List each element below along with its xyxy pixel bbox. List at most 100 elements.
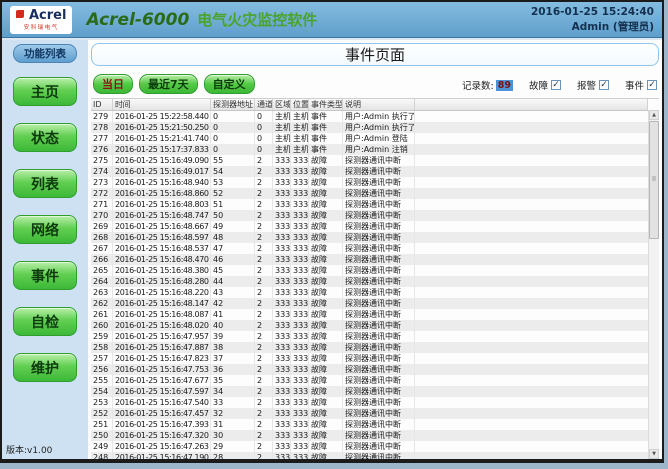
table-row[interactable]: 2652016-01-25 15:16:48.380452333333故障探测器… <box>91 265 648 276</box>
cell-filler <box>415 386 648 397</box>
cell-1: 2016-01-25 15:16:47.753 <box>113 364 211 375</box>
table-row[interactable]: 2672016-01-25 15:16:48.537472333333故障探测器… <box>91 243 648 254</box>
cell-filler <box>415 408 648 419</box>
table-row[interactable]: 2702016-01-25 15:16:48.747502333333故障探测器… <box>91 210 648 221</box>
sidebar-item-home[interactable]: 主页 <box>13 77 77 106</box>
cell-4: 333 <box>273 419 291 430</box>
cell-4: 333 <box>273 210 291 221</box>
sidebar-item-maintenance[interactable]: 维护 <box>13 353 77 382</box>
cell-1: 2016-01-25 15:16:48.087 <box>113 309 211 320</box>
cell-1: 2016-01-25 15:16:48.597 <box>113 232 211 243</box>
sidebar-item-selfcheck[interactable]: 自检 <box>13 307 77 336</box>
scroll-down-button[interactable]: ▼ <box>649 449 659 459</box>
body-row: 功能列表 主页状态列表网络事件自检维护 版本:v1.00 事件页面 当日最近7天… <box>2 38 662 459</box>
cell-2: 54 <box>211 166 255 177</box>
column-header-7[interactable]: 说明 <box>343 99 415 110</box>
table-row[interactable]: 2492016-01-25 15:16:47.263292333333故障探测器… <box>91 441 648 452</box>
table-row[interactable]: 2662016-01-25 15:16:48.470462333333故障探测器… <box>91 254 648 265</box>
table-row[interactable]: 2692016-01-25 15:16:48.667492333333故障探测器… <box>91 221 648 232</box>
column-header-3[interactable]: 通道 <box>255 99 273 110</box>
cell-3: 2 <box>255 419 273 430</box>
column-header-1[interactable]: 时间 <box>113 99 211 110</box>
cell-0: 256 <box>91 364 113 375</box>
table-row[interactable]: 2712016-01-25 15:16:48.803512333333故障探测器… <box>91 199 648 210</box>
cell-5: 主机 <box>291 144 309 155</box>
scroll-up-button[interactable]: ▲ <box>649 110 659 120</box>
cell-4: 333 <box>273 298 291 309</box>
cell-3: 2 <box>255 177 273 188</box>
cell-6: 故障 <box>309 177 343 188</box>
event-checkbox[interactable]: ✓ <box>647 80 657 90</box>
table-row[interactable]: 2482016-01-25 15:16:47.190282333333故障探测器… <box>91 452 648 459</box>
scrollbar-track[interactable] <box>649 120 659 449</box>
cell-7: 探测器通讯中断 <box>343 364 415 375</box>
column-header-5[interactable]: 位置 <box>291 99 309 110</box>
column-header-0[interactable]: ID <box>91 99 113 110</box>
table-row[interactable]: 2592016-01-25 15:16:47.957392333333故障探测器… <box>91 331 648 342</box>
sidebar-item-list[interactable]: 列表 <box>13 169 77 198</box>
cell-5: 333 <box>291 177 309 188</box>
cell-0: 274 <box>91 166 113 177</box>
table-row[interactable]: 2632016-01-25 15:16:48.220432333333故障探测器… <box>91 287 648 298</box>
cell-7: 探测器通讯中断 <box>343 441 415 452</box>
table-row[interactable]: 2682016-01-25 15:16:48.597482333333故障探测器… <box>91 232 648 243</box>
table-row[interactable]: 2622016-01-25 15:16:48.147422333333故障探测器… <box>91 298 648 309</box>
cell-0: 278 <box>91 122 113 133</box>
table-row[interactable]: 2772016-01-25 15:21:41.74000主机主机事件用户:Adm… <box>91 133 648 144</box>
cell-filler <box>415 353 648 364</box>
table-row[interactable]: 2542016-01-25 15:16:47.597342333333故障探测器… <box>91 386 648 397</box>
scrollbar-thumb[interactable] <box>649 121 659 239</box>
table-row[interactable]: 2562016-01-25 15:16:47.753362333333故障探测器… <box>91 364 648 375</box>
cell-filler <box>415 375 648 386</box>
table-row[interactable]: 2612016-01-25 15:16:48.087412333333故障探测器… <box>91 309 648 320</box>
table-row[interactable]: 2582016-01-25 15:16:47.887382333333故障探测器… <box>91 342 648 353</box>
filter-today[interactable]: 当日 <box>93 74 133 94</box>
vertical-scrollbar[interactable]: ▲ ▼ <box>648 110 659 459</box>
event-table-wrap: ID时间探测器地址通道区域位置事件类型说明 2792016-01-25 15:2… <box>91 98 659 459</box>
cell-7: 探测器通讯中断 <box>343 419 415 430</box>
cell-filler <box>415 210 648 221</box>
table-row[interactable]: 2732016-01-25 15:16:48.940532333333故障探测器… <box>91 177 648 188</box>
cell-4: 333 <box>273 221 291 232</box>
table-row[interactable]: 2762016-01-25 15:17:37.83300主机主机事件用户:Adm… <box>91 144 648 155</box>
column-header-4[interactable]: 区域 <box>273 99 291 110</box>
table-row[interactable]: 2722016-01-25 15:16:48.860522333333故障探测器… <box>91 188 648 199</box>
cell-4: 333 <box>273 177 291 188</box>
cell-1: 2016-01-25 15:16:48.020 <box>113 320 211 331</box>
cell-1: 2016-01-25 15:16:48.667 <box>113 221 211 232</box>
cell-7: 探测器通讯中断 <box>343 320 415 331</box>
cell-6: 事件 <box>309 133 343 144</box>
alarm-label: 报警 <box>577 78 596 92</box>
table-row[interactable]: 2752016-01-25 15:16:49.090552333333故障探测器… <box>91 155 648 166</box>
alarm-checkbox[interactable]: ✓ <box>599 80 609 90</box>
table-row[interactable]: 2792016-01-25 15:22:58.44000主机主机事件用户:Adm… <box>91 111 648 122</box>
cell-6: 故障 <box>309 452 343 459</box>
table-row[interactable]: 2602016-01-25 15:16:48.020402333333故障探测器… <box>91 320 648 331</box>
cell-7: 用户:Admin 执行了自检操作 <box>343 122 415 133</box>
cell-2: 0 <box>211 111 255 122</box>
cell-4: 333 <box>273 430 291 441</box>
filter-buttons: 当日最近7天自定义 <box>93 74 255 94</box>
column-header-6[interactable]: 事件类型 <box>309 99 343 110</box>
table-row[interactable]: 2532016-01-25 15:16:47.540332333333故障探测器… <box>91 397 648 408</box>
table-row[interactable]: 2742016-01-25 15:16:49.017542333333故障探测器… <box>91 166 648 177</box>
table-row[interactable]: 2512016-01-25 15:16:47.393312333333故障探测器… <box>91 419 648 430</box>
sidebar-item-events[interactable]: 事件 <box>13 261 77 290</box>
table-row[interactable]: 2572016-01-25 15:16:47.823372333333故障探测器… <box>91 353 648 364</box>
cell-2: 0 <box>211 122 255 133</box>
filter-custom[interactable]: 自定义 <box>204 74 255 94</box>
fault-checkbox[interactable]: ✓ <box>551 80 561 90</box>
table-row[interactable]: 2522016-01-25 15:16:47.457322333333故障探测器… <box>91 408 648 419</box>
table-row[interactable]: 2642016-01-25 15:16:48.280442333333故障探测器… <box>91 276 648 287</box>
cell-2: 39 <box>211 331 255 342</box>
table-row[interactable]: 2782016-01-25 15:21:50.25000主机主机事件用户:Adm… <box>91 122 648 133</box>
sidebar-item-network[interactable]: 网络 <box>13 215 77 244</box>
sidebar-item-status[interactable]: 状态 <box>13 123 77 152</box>
column-header-2[interactable]: 探测器地址 <box>211 99 255 110</box>
filter-last7days[interactable]: 最近7天 <box>139 74 198 94</box>
table-row[interactable]: 2502016-01-25 15:16:47.320302333333故障探测器… <box>91 430 648 441</box>
cell-2: 41 <box>211 309 255 320</box>
app-window: Acrel 安科瑞电气 Acrel-6000 电气火灾监控软件 2016-01-… <box>0 0 664 463</box>
cell-filler <box>415 232 648 243</box>
table-row[interactable]: 2552016-01-25 15:16:47.677352333333故障探测器… <box>91 375 648 386</box>
